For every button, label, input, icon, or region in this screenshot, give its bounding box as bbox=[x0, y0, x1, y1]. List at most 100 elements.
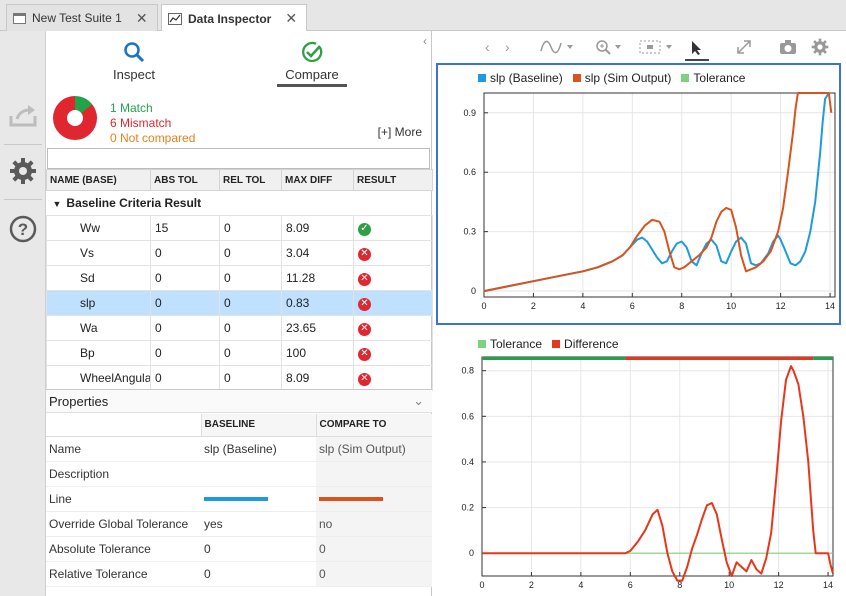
sim-line-swatch bbox=[319, 497, 383, 502]
property-baseline-value[interactable]: yes bbox=[201, 511, 316, 537]
tab-label: New Test Suite 1 bbox=[32, 11, 122, 25]
match-count: 1 Match bbox=[110, 101, 153, 115]
table-row[interactable]: Bp 0 0 100 ✕ bbox=[46, 340, 433, 366]
expand-icon[interactable] bbox=[735, 37, 753, 57]
properties-header[interactable]: Properties ⌄ bbox=[46, 389, 432, 413]
gear-icon[interactable] bbox=[811, 37, 829, 57]
cell-name: Bp bbox=[46, 340, 151, 366]
chevron-down-icon[interactable]: ⌄ bbox=[413, 393, 424, 409]
property-baseline-value[interactable]: 0 bbox=[201, 536, 316, 562]
y-tick-label: 0.4 bbox=[461, 457, 474, 467]
signal-icon[interactable] bbox=[539, 37, 575, 57]
chevron-left-icon[interactable]: ‹ bbox=[423, 34, 427, 48]
cell-name: Sd bbox=[46, 265, 151, 291]
close-icon[interactable]: ✕ bbox=[285, 10, 297, 27]
fit-to-view-icon[interactable] bbox=[638, 37, 678, 57]
fail-x-icon: ✕ bbox=[358, 322, 371, 336]
cell-max-diff: 23.65 bbox=[281, 315, 354, 341]
legend-item-baseline[interactable]: slp (Baseline) bbox=[478, 71, 563, 85]
legend-label: slp (Baseline) bbox=[490, 71, 563, 85]
property-label: Absolute Tolerance bbox=[46, 536, 201, 562]
property-compare-value: 0 bbox=[316, 536, 432, 562]
table-header-row: NAME (BASE) ABS TOL REL TOL MAX DIFF RES… bbox=[46, 169, 433, 191]
table-row[interactable]: Sd 0 0 11.28 ✕ bbox=[46, 265, 433, 291]
filter-input[interactable] bbox=[47, 148, 430, 169]
table-row[interactable]: WheelAngularSpeed008.09✕ bbox=[46, 365, 433, 391]
y-tick-label: 0.3 bbox=[463, 227, 476, 237]
results-panel: ‹ Inspect Compare 1 Match 6 Mismatch 0 N… bbox=[46, 31, 433, 596]
property-compare-value: slp (Sim Output) bbox=[316, 436, 432, 462]
table-row[interactable]: slp 0 0 0.83 ✕ bbox=[46, 290, 433, 316]
export-icon[interactable] bbox=[6, 99, 40, 133]
zoom-icon[interactable] bbox=[595, 37, 631, 57]
legend-swatch bbox=[478, 340, 486, 348]
tab-inspect[interactable]: Inspect bbox=[99, 37, 169, 82]
x-tick-label: 6 bbox=[630, 301, 635, 311]
cell-rel-tol: 0 bbox=[219, 265, 282, 291]
property-row: Override Global Tolerance yes no bbox=[46, 511, 432, 537]
caret-down-icon[interactable]: ▼ bbox=[53, 199, 62, 209]
legend-item-difference[interactable]: Difference bbox=[552, 337, 619, 351]
back-icon[interactable]: ‹ bbox=[485, 37, 490, 57]
tab-compare[interactable]: Compare bbox=[277, 37, 347, 87]
help-icon[interactable]: ? bbox=[6, 212, 40, 246]
property-baseline-value[interactable] bbox=[201, 486, 316, 512]
table-row[interactable]: Vs 0 0 3.04 ✕ bbox=[46, 240, 433, 266]
difference-plot-canvas: 00.20.40.60.80 2 4 6 8 10 12 14 bbox=[461, 356, 834, 590]
group-row[interactable]: ▼ Baseline Criteria Result bbox=[46, 190, 433, 216]
cell-rel-tol: 0 bbox=[219, 365, 282, 391]
x-tick-label: 2 bbox=[531, 301, 536, 311]
x-tick-label: 2 bbox=[529, 580, 534, 590]
property-label: Description bbox=[46, 461, 201, 487]
column-header-rel-tol[interactable]: REL TOL bbox=[219, 169, 282, 191]
forward-icon[interactable]: › bbox=[505, 37, 510, 57]
table-row[interactable]: Wa 0 0 23.65 ✕ bbox=[46, 315, 433, 341]
cell-abs-tol: 0 bbox=[150, 240, 220, 266]
more-link[interactable]: [+] More bbox=[378, 125, 422, 139]
donut-hole bbox=[67, 110, 83, 126]
cell-max-diff: 3.04 bbox=[281, 240, 354, 266]
cell-max-diff: 8.09 bbox=[281, 365, 354, 391]
fail-status-bar bbox=[625, 357, 814, 360]
x-tick-label: 10 bbox=[726, 301, 736, 311]
column-header-max-diff[interactable]: MAX DIFF bbox=[281, 169, 354, 191]
properties-title: Properties bbox=[49, 394, 109, 409]
difference-plot[interactable]: Tolerance Difference 0 0.2 0.4 0.6 0.8 0 2 4 6 8 1… bbox=[436, 334, 841, 592]
legend-item-sim-output[interactable]: slp (Sim Output) bbox=[572, 71, 671, 85]
property-row: Name slp (Baseline) slp (Sim Output) bbox=[46, 436, 432, 462]
x-tick-label: 14 bbox=[825, 301, 835, 311]
legend-item-tolerance[interactable]: Tolerance bbox=[681, 71, 745, 85]
property-label: Relative Tolerance bbox=[46, 561, 201, 587]
property-baseline-value[interactable]: slp (Baseline) bbox=[201, 436, 316, 462]
cell-result: ✕ bbox=[353, 240, 433, 266]
cursor-icon[interactable] bbox=[685, 37, 709, 61]
properties-header-row: BASELINE COMPARE TO bbox=[46, 414, 432, 437]
cell-max-diff: 100 bbox=[281, 340, 354, 366]
mismatch-count: 6 Mismatch bbox=[110, 116, 172, 130]
legend-swatch bbox=[478, 74, 486, 82]
baseline-line-swatch[interactable] bbox=[204, 497, 268, 502]
property-baseline-value[interactable]: 0 bbox=[201, 561, 316, 587]
tab-data-inspector[interactable]: Data Inspector ✕ bbox=[161, 4, 307, 32]
x-tick-label: 4 bbox=[578, 580, 583, 590]
column-header-result[interactable]: RESULT bbox=[353, 169, 433, 191]
property-row: Line bbox=[46, 486, 432, 512]
column-header-abs-tol[interactable]: ABS TOL bbox=[150, 169, 220, 191]
chart-icon bbox=[168, 12, 182, 25]
signal-plot[interactable]: slp (Baseline) slp (Sim Output) Toleranc… bbox=[436, 63, 841, 325]
gear-icon[interactable] bbox=[6, 154, 40, 188]
property-row: Relative Tolerance 0 0 bbox=[46, 561, 432, 587]
column-header-baseline: BASELINE bbox=[200, 414, 316, 437]
property-row: Description bbox=[46, 461, 432, 487]
fail-x-icon: ✕ bbox=[358, 272, 371, 286]
tab-new-test-suite[interactable]: New Test Suite 1 ✕ bbox=[6, 4, 158, 31]
table-row[interactable]: Ww 15 0 8.09 ✓ bbox=[46, 215, 433, 241]
column-header-name[interactable]: NAME (BASE) bbox=[46, 169, 151, 191]
x-tick-label: 0 bbox=[481, 301, 486, 311]
camera-icon[interactable] bbox=[779, 37, 797, 57]
property-baseline-value[interactable] bbox=[201, 461, 316, 487]
close-icon[interactable]: ✕ bbox=[136, 10, 148, 27]
svg-text:?: ? bbox=[18, 220, 28, 239]
legend-item-tolerance[interactable]: Tolerance bbox=[478, 337, 542, 351]
legend-swatch bbox=[552, 340, 561, 348]
